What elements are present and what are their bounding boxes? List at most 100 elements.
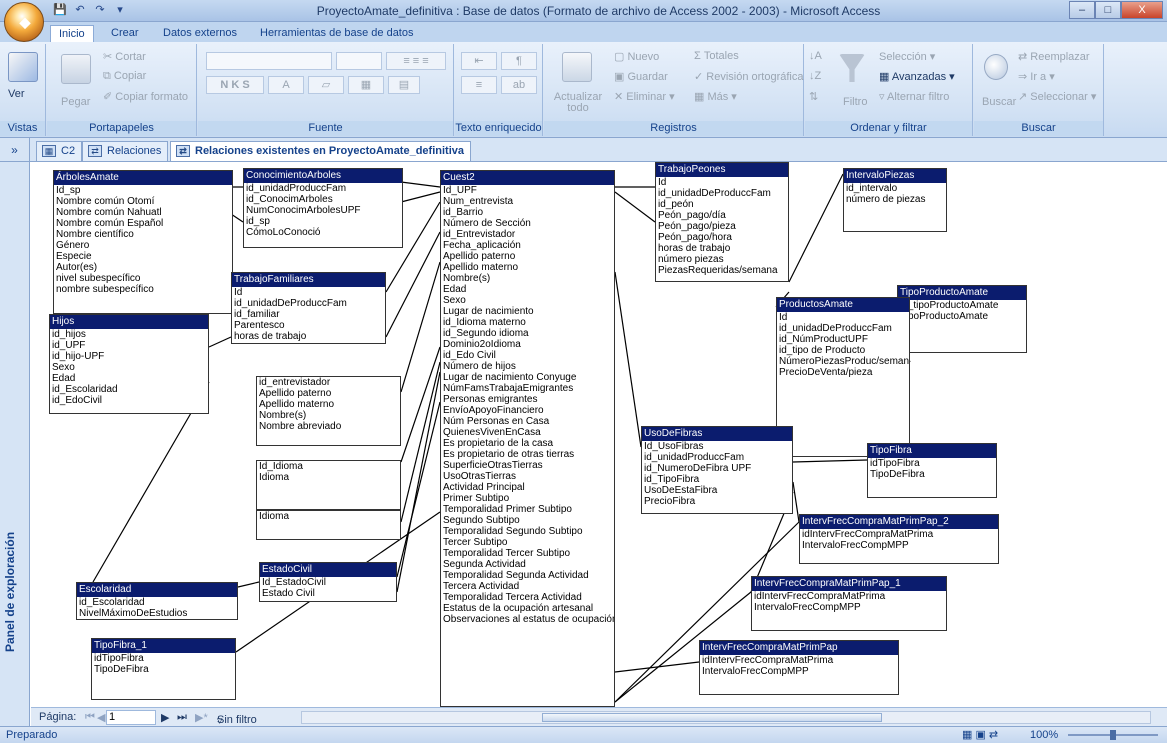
table-field[interactable]: horas de trabajo: [656, 243, 788, 254]
table-field[interactable]: Nombre común Español: [54, 218, 232, 229]
table-field[interactable]: Sexo: [50, 362, 208, 373]
buscar-button[interactable]: Buscar: [982, 96, 1016, 108]
table-field[interactable]: id_peón: [656, 199, 788, 210]
sort-desc-icon[interactable]: ↓Z: [809, 70, 821, 82]
table-field[interactable]: Apellido materno: [257, 399, 400, 410]
table-field[interactable]: Apellido paterno: [257, 388, 400, 399]
clear-sort-icon[interactable]: ⇅: [809, 90, 818, 103]
table-tipofibra1[interactable]: TipoFibra_1 idTipoFibra TipoDeFibra: [91, 638, 236, 700]
table-field[interactable]: Nombre común Nahuatl: [54, 207, 232, 218]
table-field[interactable]: id_UPF: [50, 340, 208, 351]
table-field[interactable]: id_Idioma materno: [441, 317, 614, 328]
table-field[interactable]: Estatus de la ocupación artesanal: [441, 603, 614, 614]
table-field[interactable]: Id_sp: [54, 185, 232, 196]
table-field[interactable]: Temporalidad Tercera Actividad: [441, 592, 614, 603]
tab-herramientas[interactable]: Herramientas de base de datos: [252, 25, 421, 42]
table-field[interactable]: Es propietario de otras tierras: [441, 449, 614, 460]
font-size-combo[interactable]: [336, 52, 382, 70]
ira-button[interactable]: ⇒ Ir a ▾: [1018, 70, 1055, 83]
table-field[interactable]: Id_Idioma: [257, 461, 400, 472]
table-field[interactable]: Idioma: [257, 511, 400, 522]
table-field[interactable]: Edad: [50, 373, 208, 384]
highlight-button[interactable]: ab: [501, 76, 537, 94]
table-arboles[interactable]: ÁrbolesAmate Id_sp Nombre común Otomí Nombr…: [53, 170, 233, 314]
nuevo-button[interactable]: ▢ Nuevo: [614, 50, 659, 63]
minimize-button[interactable]: –: [1069, 1, 1095, 19]
table-field[interactable]: Tercera Actividad: [441, 581, 614, 592]
maximize-button[interactable]: □: [1095, 1, 1121, 19]
doc-tab-relaciones[interactable]: ⇄ Relaciones: [82, 141, 169, 161]
table-field[interactable]: Lugar de nacimiento Conyuge: [441, 372, 614, 383]
table-field[interactable]: id_intervalo: [844, 183, 946, 194]
table-header[interactable]: IntervFrecCompraMatPrimPap_2: [800, 515, 998, 529]
table-field[interactable]: SuperficieOtrasTierras: [441, 460, 614, 471]
table-field[interactable]: Género: [54, 240, 232, 251]
table-ifc1[interactable]: IntervFrecCompraMatPrimPap_1 idIntervFrec…: [751, 576, 947, 631]
relationship-line[interactable]: [614, 191, 656, 223]
table-header[interactable]: IntervFrecCompraMatPrimPap: [700, 641, 898, 655]
table-header[interactable]: UsoDeFibras: [642, 427, 792, 441]
table-field[interactable]: id_unidadProduccFam: [642, 452, 792, 463]
font-name-combo[interactable]: [206, 52, 332, 70]
table-field[interactable]: id_unidadDeProduccFam: [777, 323, 909, 334]
customize-qat-icon[interactable]: ▾: [112, 3, 128, 18]
binoculars-icon[interactable]: [984, 54, 1008, 80]
table-field[interactable]: Número de Sección: [441, 218, 614, 229]
table-field[interactable]: PrecioDeVenta/pieza: [777, 367, 909, 378]
zoom-slider-knob[interactable]: [1110, 730, 1116, 740]
table-field[interactable]: id_unidadDeProduccFam: [232, 298, 385, 309]
save-icon[interactable]: 💾: [52, 3, 68, 18]
relationship-line[interactable]: [396, 371, 441, 593]
table-field[interactable]: Id_EstadoCivil: [260, 577, 396, 588]
table-ifc[interactable]: IntervFrecCompraMatPrimPap idIntervFrecCo…: [699, 640, 899, 695]
prev-page-icon[interactable]: ◀: [97, 711, 105, 724]
table-idioma[interactable]: Id_Idioma Idioma: [256, 460, 401, 510]
table-field[interactable]: Id: [656, 177, 788, 188]
table-field[interactable]: id_Edo Civil: [441, 350, 614, 361]
table-field[interactable]: TipoProductoAmate: [898, 311, 1026, 322]
paste-icon[interactable]: [61, 54, 91, 84]
table-field[interactable]: IntervaloFrecCompMPP: [700, 666, 898, 677]
relationship-line[interactable]: [792, 459, 868, 463]
table-field[interactable]: id_entrevistador: [257, 377, 400, 388]
relationship-line[interactable]: [788, 173, 844, 283]
font-color-button[interactable]: A: [268, 76, 304, 94]
relationship-line[interactable]: [400, 181, 441, 188]
sort-asc-icon[interactable]: ↓A: [809, 50, 822, 62]
table-field[interactable]: nivel subespecífico: [54, 273, 232, 284]
table-header[interactable]: ConocimientoArboles: [244, 169, 402, 183]
table-field[interactable]: id_NúmProductUPF: [777, 334, 909, 345]
table-field[interactable]: Id: [777, 312, 909, 323]
doc-tab-c2[interactable]: ▦ C2: [36, 141, 83, 161]
tab-datos-externos[interactable]: Datos externos: [155, 25, 245, 42]
totales-button[interactable]: Σ Totales: [694, 50, 739, 62]
table-field[interactable]: Id: [232, 287, 385, 298]
table-field[interactable]: Personas emigrantes: [441, 394, 614, 405]
table-field[interactable]: Apellido materno: [441, 262, 614, 273]
table-field[interactable]: UsoOtrasTierras: [441, 471, 614, 482]
table-field[interactable]: Nombre abreviado: [257, 421, 400, 432]
table-conocimiento[interactable]: ConocimientoArboles id_unidadProduccFam id…: [243, 168, 403, 248]
relationship-line[interactable]: [614, 661, 700, 673]
avanzadas-button[interactable]: ▦ Avanzadas ▾: [879, 70, 955, 83]
table-field[interactable]: IntervaloFrecCompMPP: [752, 602, 946, 613]
table-field[interactable]: Nombre común Otomí: [54, 196, 232, 207]
doc-tab-relaciones-existentes[interactable]: ⇄ Relaciones existentes en ProyectoAmate_…: [170, 141, 471, 161]
tab-crear[interactable]: Crear: [103, 25, 147, 42]
table-estadocivil[interactable]: EstadoCivil Id_EstadoCivil Estado Civil: [259, 562, 397, 602]
table-field[interactable]: id_Barrio: [441, 207, 614, 218]
horizontal-scrollbar[interactable]: [301, 711, 1151, 724]
table-field[interactable]: Especie: [54, 251, 232, 262]
table-field[interactable]: Temporalidad Primer Subtipo: [441, 504, 614, 515]
relationship-line[interactable]: [396, 401, 441, 578]
table-field[interactable]: Id_UPF: [441, 185, 614, 196]
table-header[interactable]: TrabajoPeones: [656, 163, 788, 177]
close-button[interactable]: X: [1121, 1, 1163, 19]
table-header[interactable]: TipoFibra_1: [92, 639, 235, 653]
table-field[interactable]: Nombre científico: [54, 229, 232, 240]
table-field[interactable]: número de piezas: [844, 194, 946, 205]
table-field[interactable]: id_tipoProductoAmate: [898, 300, 1026, 311]
table-cuest2[interactable]: Cuest2 Id_UPF Num_entrevista id_Barrio Númer…: [440, 170, 615, 707]
table-field[interactable]: Temporalidad Segundo Subtipo: [441, 526, 614, 537]
next-page-icon[interactable]: ▶: [161, 711, 169, 724]
